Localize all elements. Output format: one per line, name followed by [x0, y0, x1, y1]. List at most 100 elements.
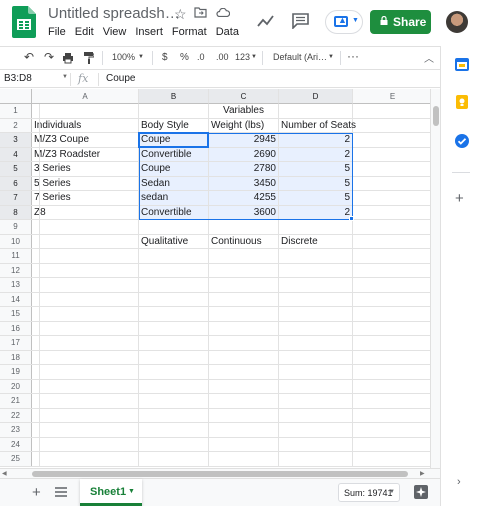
cell-b15[interactable] — [139, 307, 209, 322]
print-icon[interactable] — [62, 52, 74, 64]
paint-format-icon[interactable] — [84, 52, 94, 64]
cell-e10[interactable] — [353, 235, 430, 249]
cell-a5[interactable]: 3 Series — [32, 162, 139, 177]
comments-icon[interactable] — [292, 13, 309, 29]
cell-b4[interactable]: Convertible — [139, 147, 209, 162]
cell-b12[interactable] — [139, 263, 209, 278]
cell-a18[interactable] — [32, 350, 139, 365]
cell-a12[interactable] — [32, 263, 139, 278]
cell-a2[interactable]: Individuals — [32, 118, 139, 133]
menu-file[interactable]: File — [48, 26, 66, 38]
cell-c7[interactable]: 4255 — [209, 191, 279, 206]
column-header-c[interactable]: C — [209, 89, 279, 104]
cell-b10[interactable]: Qualitative — [139, 234, 209, 249]
cell-d1[interactable] — [279, 104, 353, 119]
cell-b19[interactable] — [139, 365, 209, 380]
cell-d19[interactable] — [279, 365, 353, 380]
cell-c2[interactable]: Weight (lbs) — [209, 118, 279, 133]
show-side-panel-icon[interactable]: › — [457, 476, 461, 488]
cell-b1[interactable] — [139, 104, 209, 119]
cell-e8[interactable] — [353, 206, 430, 220]
cell-b9[interactable] — [139, 220, 209, 235]
cell-c20[interactable] — [209, 379, 279, 394]
cell-b16[interactable] — [139, 321, 209, 336]
cell-c5[interactable]: 2780 — [209, 162, 279, 177]
cell-c4[interactable]: 2690 — [209, 147, 279, 162]
cell-d11[interactable] — [279, 249, 353, 264]
column-header-a[interactable]: A — [32, 89, 139, 104]
cell-c19[interactable] — [209, 365, 279, 380]
undo-icon[interactable]: ↶ — [24, 50, 34, 64]
get-addons-icon[interactable]: + — [455, 190, 464, 207]
column-header-b[interactable]: B — [139, 89, 209, 104]
cell-f2[interactable] — [0, 118, 40, 133]
cell-b7[interactable]: sedan — [139, 191, 209, 206]
increase-decimal-button[interactable]: .00 — [216, 52, 229, 62]
cell-c25[interactable] — [209, 452, 279, 467]
vertical-scrollbar[interactable] — [430, 89, 440, 468]
keep-icon[interactable] — [454, 94, 470, 110]
cell-b23[interactable] — [139, 423, 209, 438]
cell-a17[interactable] — [32, 336, 139, 351]
fill-handle[interactable] — [349, 216, 354, 221]
cell-e22[interactable] — [353, 409, 430, 423]
cell-a10[interactable] — [32, 234, 139, 249]
cell-f10[interactable] — [0, 234, 40, 249]
cell-a16[interactable] — [32, 321, 139, 336]
scroll-thumb[interactable] — [433, 106, 439, 126]
font-family-select[interactable]: Default (Ari… — [273, 52, 327, 62]
cell-e23[interactable] — [353, 423, 430, 438]
cell-e21[interactable] — [353, 394, 430, 409]
cell-b18[interactable] — [139, 350, 209, 365]
cell-c22[interactable] — [209, 408, 279, 423]
cell-d12[interactable] — [279, 263, 353, 278]
cell-c15[interactable] — [209, 307, 279, 322]
cell-a1[interactable] — [32, 104, 139, 119]
cell-e20[interactable] — [353, 380, 430, 394]
cell-d7[interactable]: 5 — [279, 191, 353, 206]
cell-c14[interactable] — [209, 292, 279, 307]
cell-e24[interactable] — [353, 438, 430, 452]
formula-input[interactable]: Coupe — [106, 73, 135, 84]
calendar-icon[interactable] — [454, 56, 470, 72]
menu-data[interactable]: Data — [216, 26, 239, 38]
name-box[interactable]: B3:D8 ▼ — [4, 73, 68, 86]
share-button[interactable]: Share — [370, 10, 431, 34]
cell-a3[interactable]: M/Z3 Coupe — [32, 133, 139, 148]
scroll-right-icon[interactable]: ▶ — [420, 470, 425, 477]
cell-c13[interactable] — [209, 278, 279, 293]
cell-e1[interactable] — [353, 104, 430, 119]
cell-d14[interactable] — [279, 292, 353, 307]
cell-d8[interactable]: 2 — [279, 205, 353, 220]
scroll-left-icon[interactable]: ◀ — [2, 470, 7, 477]
cell-e6[interactable] — [353, 177, 430, 191]
column-header-d[interactable]: D — [279, 89, 353, 104]
cell-d5[interactable]: 5 — [279, 162, 353, 177]
cell-f25[interactable] — [0, 452, 40, 467]
cell-f21[interactable] — [0, 394, 40, 409]
cell-b21[interactable] — [139, 394, 209, 409]
cell-c23[interactable] — [209, 423, 279, 438]
cell-d22[interactable] — [279, 408, 353, 423]
menu-insert[interactable]: Insert — [135, 26, 163, 38]
cell-d10[interactable]: Discrete — [279, 234, 353, 249]
activity-dashboard-icon[interactable] — [257, 14, 275, 28]
cell-b22[interactable] — [139, 408, 209, 423]
menu-format[interactable]: Format — [172, 26, 207, 38]
format-percent-button[interactable]: % — [180, 52, 189, 63]
cell-d21[interactable] — [279, 394, 353, 409]
cell-d20[interactable] — [279, 379, 353, 394]
cell-e3[interactable] — [353, 133, 430, 148]
cell-b17[interactable] — [139, 336, 209, 351]
cell-f4[interactable] — [0, 147, 40, 162]
more-formats-button[interactable]: 123 — [235, 52, 250, 62]
explore-icon[interactable] — [413, 484, 429, 500]
column-header-e[interactable]: E — [353, 89, 430, 104]
cell-a9[interactable] — [32, 220, 139, 235]
cell-f23[interactable] — [0, 423, 40, 438]
more-options-icon[interactable]: ··· — [347, 49, 359, 63]
cell-a8[interactable]: Z8 — [32, 205, 139, 220]
cell-d24[interactable] — [279, 437, 353, 452]
cell-a24[interactable] — [32, 437, 139, 452]
cell-e14[interactable] — [353, 293, 430, 307]
